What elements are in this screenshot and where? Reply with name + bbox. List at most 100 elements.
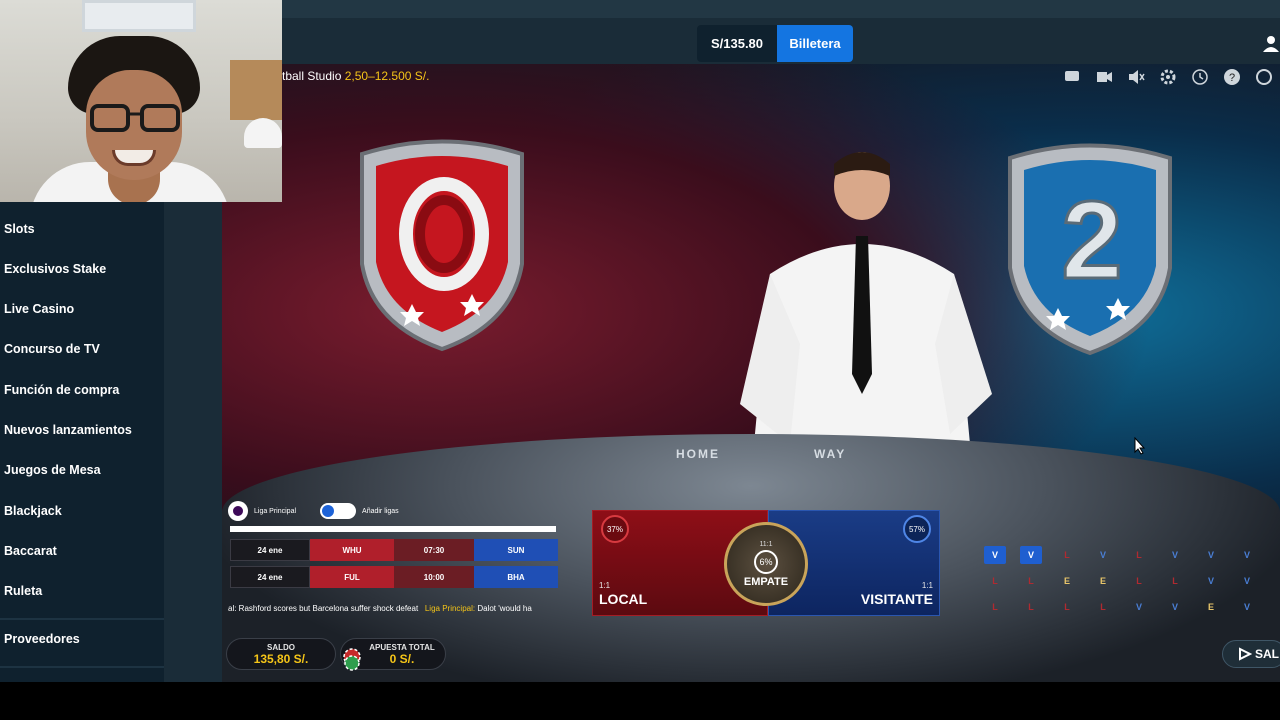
ticker-league: Liga Principal: xyxy=(424,604,476,613)
road-cell: L xyxy=(1064,602,1070,612)
chat-icon[interactable] xyxy=(1062,67,1082,87)
road-cell: V xyxy=(1171,550,1178,560)
visitor-label: VISITANTE xyxy=(860,591,933,607)
road-cell: V xyxy=(1207,550,1214,560)
visitor-percent: 57% xyxy=(903,515,931,543)
bet-spot-tie[interactable]: 11:1 6% EMPATE xyxy=(724,522,808,606)
road-cell: L xyxy=(992,576,998,586)
results-road: V V L V L V V V L L E E L L V V L L L L … xyxy=(982,544,1262,620)
league-toggle[interactable] xyxy=(320,503,357,519)
road-cell: V xyxy=(1243,550,1250,560)
sidebar-item-new-releases[interactable]: Nuevos lanzamientos xyxy=(4,423,132,443)
glasses xyxy=(90,104,180,132)
road-cell: V xyxy=(1135,602,1142,612)
mute-icon[interactable] xyxy=(1126,67,1146,87)
balance-value: 135,80 S/. xyxy=(253,651,309,666)
sidebar-item-providers[interactable]: Proveedores xyxy=(4,632,80,652)
history-icon[interactable] xyxy=(1190,67,1210,87)
news-ticker: al: Rashford scores but Barcelona suffer… xyxy=(228,604,532,613)
away-team-shield: 2 xyxy=(1008,143,1172,356)
league-widget: Liga Principal Añadir ligas 24 ene WHU 0… xyxy=(228,500,558,620)
video-icon[interactable] xyxy=(1094,67,1114,87)
exit-icon xyxy=(1239,647,1252,661)
match-away-team: SUN xyxy=(474,539,558,561)
helmet xyxy=(244,118,282,148)
sidebar-item-blackjack[interactable]: Blackjack xyxy=(4,504,62,524)
match-away-team: BHA xyxy=(474,566,558,588)
help-icon[interactable]: ? xyxy=(1222,67,1242,87)
game-name: tball Studio xyxy=(282,69,342,83)
sidebar-item-stake-exclusives[interactable]: Exclusivos Stake xyxy=(4,262,106,282)
game-limits: 2,50–12.500 S/. xyxy=(344,69,430,83)
game-title: tball Studio 2,50–12.500 S/. xyxy=(282,69,429,83)
road-cell: L xyxy=(1136,550,1142,560)
road-cell: L xyxy=(1028,602,1034,612)
add-leagues-link[interactable]: Añadir ligas xyxy=(362,508,399,515)
sidebar-item-roulette[interactable]: Ruleta xyxy=(4,584,42,604)
balance-label: SALDO xyxy=(267,642,295,652)
total-bet-value: 0 S/. xyxy=(389,651,415,666)
table-away-label: WAY xyxy=(814,447,847,461)
road-cell: L xyxy=(1028,576,1034,586)
match-row[interactable]: 24 ene FUL 10:00 BHA xyxy=(230,566,558,588)
ticker-text-2: Dalot 'would ha xyxy=(477,604,532,613)
league-scroll-bar[interactable] xyxy=(230,526,556,532)
game-toolbar: ? xyxy=(1062,67,1274,87)
match-row[interactable]: 24 ene WHU 07:30 SUN xyxy=(230,539,558,561)
sidebar-item-buy-feature[interactable]: Función de compra xyxy=(4,383,119,403)
streamer-webcam xyxy=(0,0,282,202)
local-label: LOCAL xyxy=(599,591,648,607)
sidebar-item-table-games[interactable]: Juegos de Mesa xyxy=(4,463,101,483)
sidebar-item-tv-contest[interactable]: Concurso de TV xyxy=(4,342,100,362)
road-cell: E xyxy=(1099,576,1106,586)
svg-text:?: ? xyxy=(1229,72,1235,84)
balance-pill: SALDO 135,80 S/. xyxy=(226,638,336,670)
total-bet-label: APUESTA TOTAL xyxy=(369,642,435,652)
visitor-odds: 1:1 xyxy=(921,581,933,590)
user-icon[interactable] xyxy=(1262,34,1280,52)
road-cell: V xyxy=(1243,576,1250,586)
match-home-team: WHU xyxy=(310,539,394,561)
road-cell: V xyxy=(1171,602,1178,612)
home-team-shield xyxy=(360,139,524,352)
sidebar-item-live-casino[interactable]: Live Casino xyxy=(4,302,74,322)
ticker-text: al: Rashford scores but Barcelona suffer… xyxy=(228,604,419,613)
live-game-stream[interactable]: tball Studio 2,50–12.500 S/. ? 2 HOME WA… xyxy=(222,64,1280,682)
road-cell: V xyxy=(1099,550,1106,560)
toggle-knob xyxy=(322,505,335,517)
road-cell: E xyxy=(1207,602,1214,612)
match-date: 24 ene xyxy=(230,566,310,588)
match-time: 07:30 xyxy=(394,539,474,561)
sidebar: Slots Exclusivos Stake Live Casino Concu… xyxy=(0,202,164,682)
sidebar-divider xyxy=(0,666,164,668)
road-cell: L xyxy=(1100,602,1106,612)
tie-odds: 11:1 xyxy=(759,540,773,548)
tie-label: EMPATE xyxy=(743,575,789,588)
match-home-team: FUL xyxy=(310,566,394,588)
fullscreen-icon[interactable] xyxy=(1254,67,1274,87)
match-date: 24 ene xyxy=(230,539,310,561)
whiteboard xyxy=(82,0,196,32)
match-time: 10:00 xyxy=(394,566,474,588)
local-odds: 1:1 xyxy=(599,581,611,590)
road-cell: E xyxy=(1063,576,1070,586)
mouse-cursor-icon xyxy=(1134,437,1146,455)
league-name: Liga Principal xyxy=(254,507,297,515)
sidebar-divider xyxy=(0,618,164,620)
chip-stack-icon xyxy=(343,648,361,671)
road-cell: V xyxy=(1207,576,1214,586)
road-cell: V xyxy=(984,546,1006,564)
local-percent: 37% xyxy=(601,515,629,543)
letterbox-bar xyxy=(0,682,1280,720)
balance-display[interactable]: S/135.80 xyxy=(697,25,777,62)
settings-icon[interactable] xyxy=(1158,67,1178,87)
road-cell: L xyxy=(992,602,998,612)
road-cell: V xyxy=(1020,546,1042,564)
wallet-button[interactable]: Billetera xyxy=(777,25,853,62)
sidebar-item-slots[interactable]: Slots xyxy=(4,222,35,242)
tie-percent: 6% xyxy=(754,549,778,574)
league-logo-icon xyxy=(228,501,248,521)
sidebar-item-baccarat[interactable]: Baccarat xyxy=(4,544,57,564)
table-home-label: HOME xyxy=(676,447,720,461)
shelf xyxy=(230,60,282,120)
